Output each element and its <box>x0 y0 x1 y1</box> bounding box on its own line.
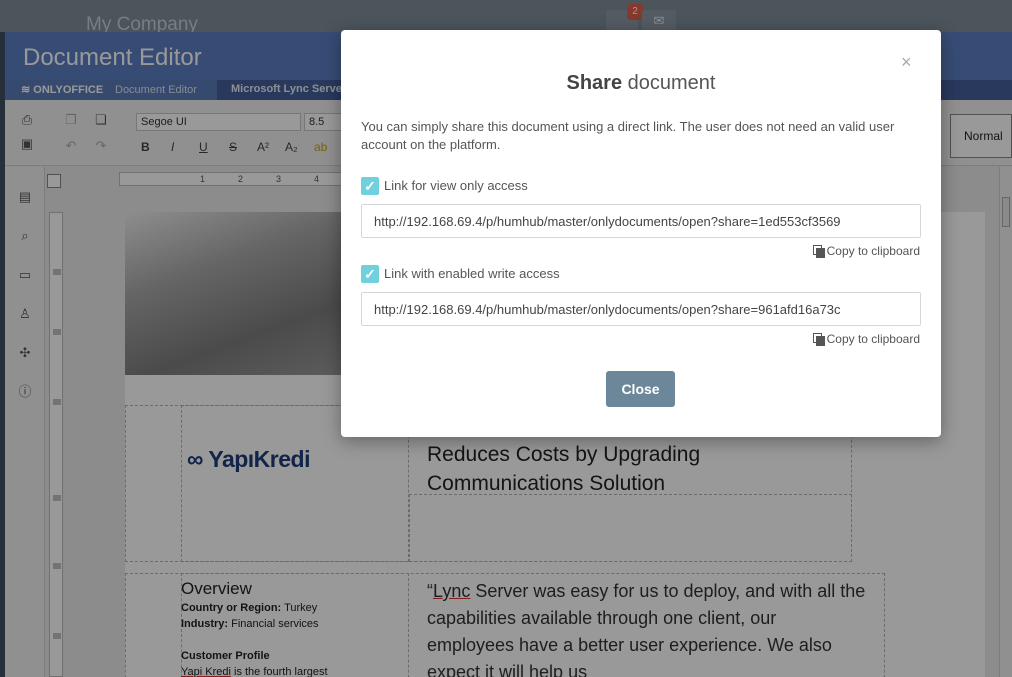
view-access-label[interactable]: Link for view only access <box>384 178 528 193</box>
dialog-description: You can simply share this document using… <box>361 119 895 152</box>
close-button[interactable]: Close <box>606 371 675 407</box>
write-access-label[interactable]: Link with enabled write access <box>384 266 560 281</box>
close-icon[interactable]: × <box>901 52 912 73</box>
write-link-input[interactable] <box>361 292 921 326</box>
dialog-title: Share document <box>566 72 716 94</box>
clipboard-icon <box>812 245 825 258</box>
clipboard-icon <box>812 333 825 346</box>
share-document-dialog: × Share document You can simply share th… <box>341 30 941 437</box>
write-access-checkbox[interactable]: ✓ <box>361 265 379 283</box>
copy-view-link-button[interactable]: Copy to clipboard <box>812 244 920 258</box>
view-access-checkbox[interactable]: ✓ <box>361 177 379 195</box>
view-link-input[interactable] <box>361 204 921 238</box>
copy-write-link-button[interactable]: Copy to clipboard <box>812 332 920 346</box>
